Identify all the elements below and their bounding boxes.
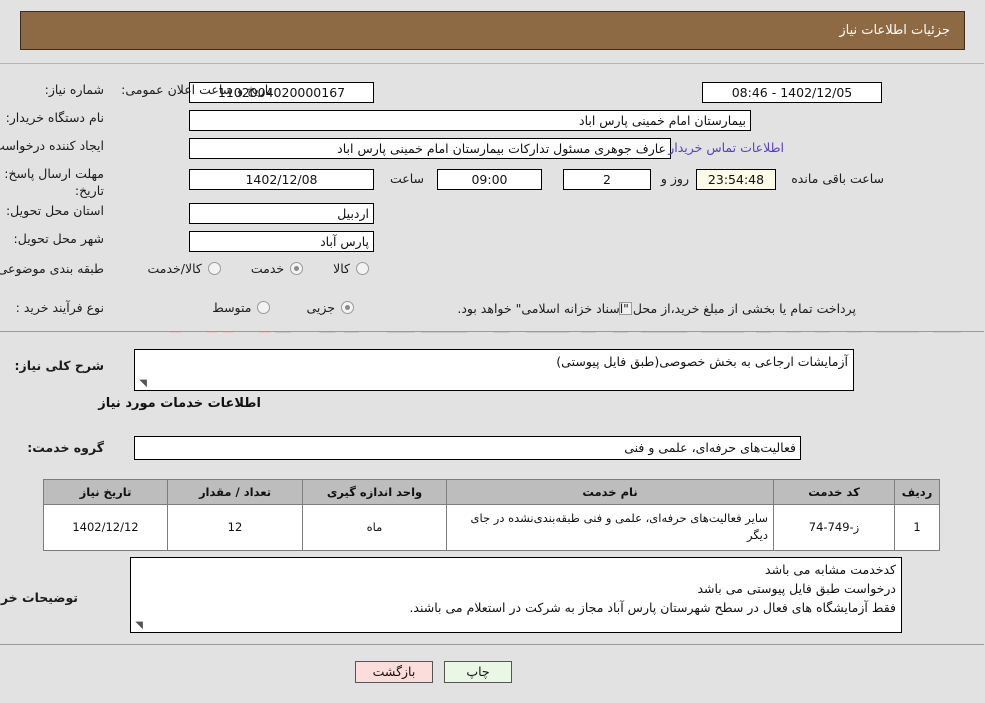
creator-value: عارف جوهری مسئول تدارکات بیمارستان امام … xyxy=(190,138,672,159)
print-button[interactable]: چاپ xyxy=(445,661,513,683)
deadline-label: مهلت ارسال پاسخ: تا تاریخ: xyxy=(0,166,105,200)
province-value: اردبیل xyxy=(190,203,375,224)
services-table: ردیف کد خدمت نام خدمت واحد اندازه گیری ت… xyxy=(44,479,941,551)
hour-label: ساعت xyxy=(390,171,425,186)
need-desc-textarea[interactable]: آزمایشات ارجاعی به بخش خصوصی(طبق فایل پی… xyxy=(135,349,855,391)
radio-kala-khedmat-icon[interactable] xyxy=(208,262,222,275)
table-header-row: ردیف کد خدمت نام خدمت واحد اندازه گیری ت… xyxy=(44,479,941,505)
radio-khedmat-icon[interactable] xyxy=(291,262,305,275)
page-header: جزئیات اطلاعات نیاز xyxy=(21,11,966,50)
col-need-date: تاریخ نیاز xyxy=(44,479,169,505)
radio-option-motavasset[interactable]: متوسط xyxy=(213,300,272,315)
category-radio-group: کالا خدمت کالا/خدمت xyxy=(148,261,370,276)
radio-jozii-label: جزیی xyxy=(307,300,336,315)
services-section-title: اطلاعات خدمات مورد نیاز xyxy=(99,396,262,411)
buyer-contact-link[interactable]: اطلاعات تماس خریدار xyxy=(669,140,785,155)
cell-quantity: 12 xyxy=(168,504,304,551)
cell-service-code: ز-749-74 xyxy=(774,504,896,551)
radio-motavasset-icon[interactable] xyxy=(258,301,272,314)
countdown-timer: 23:54:48 xyxy=(697,169,777,190)
cell-unit: ماه xyxy=(303,504,448,551)
days-label: روز و xyxy=(661,171,690,186)
radio-motavasset-label: متوسط xyxy=(213,300,253,315)
cell-service-name: سایر فعالیت‌های حرفه‌ای، علمی و فنی طبقه… xyxy=(447,504,775,551)
col-service-name: نام خدمت xyxy=(447,479,775,505)
cell-row-no: 1 xyxy=(895,504,941,551)
radio-option-kala-khedmat[interactable]: کالا/خدمت xyxy=(148,261,222,276)
treasury-checkbox-label: پرداخت تمام یا بخشی از مبلغ خرید،از محل … xyxy=(458,301,857,316)
province-label: استان محل تحویل: xyxy=(6,203,105,218)
back-button[interactable]: بازگشت xyxy=(356,661,434,683)
radio-jozii-icon[interactable] xyxy=(342,301,355,314)
radio-kala-khedmat-label: کالا/خدمت xyxy=(148,261,203,276)
days-remaining-value: 2 xyxy=(564,169,652,190)
deadline-label-line1: مهلت ارسال پاسخ: تا xyxy=(0,166,105,181)
city-label: شهر محل تحویل: xyxy=(14,231,105,246)
col-service-code: کد خدمت xyxy=(774,479,896,505)
buyer-notes-label: توضیحات خریدار: xyxy=(0,590,79,605)
buyer-note-line-3: فقط آزمایشگاه های فعال در سطح شهرستان پا… xyxy=(410,599,897,615)
process-label: نوع فرآیند خرید : xyxy=(16,300,105,315)
need-number-label: شماره نیاز: xyxy=(45,82,105,97)
col-unit: واحد اندازه گیری xyxy=(303,479,448,505)
city-value: پارس آباد xyxy=(190,231,375,252)
creator-label: ایجاد کننده درخواست: xyxy=(0,138,105,153)
announce-label: تاریخ و ساعت اعلان عمومی: xyxy=(122,82,273,97)
resize-grip-icon[interactable]: ◥ xyxy=(139,379,148,389)
col-quantity: تعداد / مقدار xyxy=(168,479,304,505)
need-info-panel xyxy=(0,63,985,332)
buyer-org-label: نام دستگاه خریدار: xyxy=(6,110,105,125)
service-group-label: گروه خدمت: xyxy=(28,440,105,455)
hour-value: 09:00 xyxy=(438,169,543,190)
buyer-note-line-2: درخواست طبق فایل پیوستی می باشد xyxy=(698,580,897,596)
buyer-note-line-1: کدخدمت مشابه می باشد xyxy=(766,562,897,577)
service-group-value: فعالیت‌های حرفه‌ای، علمی و فنی xyxy=(135,436,802,460)
page-title: جزئیات اطلاعات نیاز xyxy=(840,23,951,38)
need-desc-value: آزمایشات ارجاعی به بخش خصوصی(طبق فایل پی… xyxy=(557,354,849,369)
need-desc-label: شرح کلی نیاز: xyxy=(15,358,105,373)
table-row: 1 ز-749-74 سایر فعالیت‌های حرفه‌ای، علمی… xyxy=(44,504,941,551)
category-label: طبقه بندی موضوعی: xyxy=(0,261,105,276)
radio-kala-label: کالا xyxy=(334,261,351,276)
process-radio-group: جزیی متوسط xyxy=(213,300,355,315)
radio-khedmat-label: خدمت xyxy=(251,261,286,276)
buyer-notes-textarea[interactable]: کدخدمت مشابه می باشد درخواست طبق فایل پی… xyxy=(131,557,903,633)
radio-option-khedmat[interactable]: خدمت xyxy=(251,261,305,276)
radio-kala-icon[interactable] xyxy=(357,262,370,275)
resize-grip-icon[interactable]: ◥ xyxy=(135,621,144,631)
radio-option-kala[interactable]: کالا xyxy=(334,261,370,276)
deadline-date-value: 1402/12/08 xyxy=(190,169,375,190)
cell-need-date: 1402/12/12 xyxy=(44,504,169,551)
radio-option-jozii[interactable]: جزیی xyxy=(307,300,355,315)
deadline-label-line2: تاریخ: xyxy=(75,182,105,198)
announce-value: 1402/12/05 - 08:46 xyxy=(703,82,883,103)
col-row-no: ردیف xyxy=(895,479,941,505)
countdown-label: ساعت باقی مانده xyxy=(792,171,885,186)
buyer-org-value: بیمارستان امام خمینی پارس اباد xyxy=(190,110,752,131)
